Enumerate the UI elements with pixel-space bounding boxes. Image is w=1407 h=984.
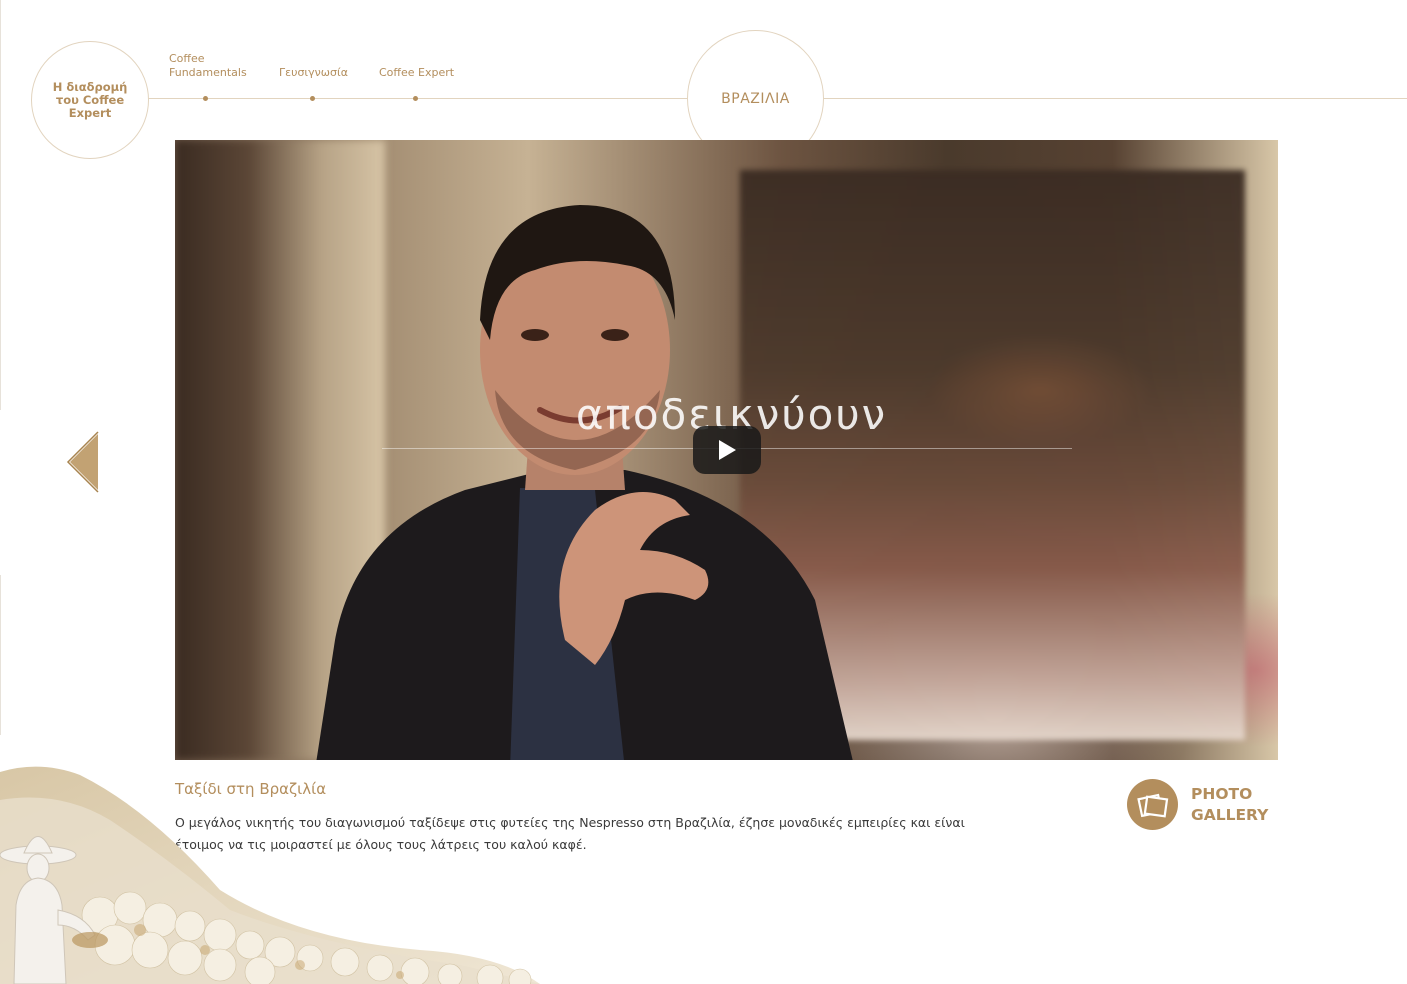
play-button[interactable] <box>693 426 761 474</box>
prev-arrow-icon[interactable] <box>66 430 102 494</box>
photos-icon <box>1127 779 1178 830</box>
nav-item-tasting[interactable]: Γευσιγνωσία <box>279 66 348 101</box>
timeline-dot <box>413 96 418 101</box>
gallery-label-line1: PHOTO <box>1191 785 1253 803</box>
home-journey-label: Η διαδρομή του Coffee Expert <box>52 79 128 120</box>
nav-item-label: Γευσιγνωσία <box>279 66 348 79</box>
decorative-landscape <box>0 766 540 984</box>
nav-item-label: Coffee Expert <box>379 66 455 79</box>
play-icon <box>719 440 736 460</box>
gallery-label-line2: GALLERY <box>1191 806 1269 824</box>
active-section-label: ΒΡΑΖΙΛΙΑ <box>721 90 790 107</box>
timeline-dot <box>310 96 315 101</box>
edge-line-top <box>0 0 1 410</box>
photo-gallery-button[interactable]: PHOTO GALLERY <box>1127 779 1287 831</box>
edge-line-bottom <box>0 575 1 735</box>
nav-item-label: Coffee Fundamentals <box>169 52 247 79</box>
home-journey-button[interactable]: Η διαδρομή του Coffee Expert <box>31 41 149 159</box>
timeline-dot <box>203 96 208 101</box>
nav-item-coffee-fundamentals[interactable]: Coffee Fundamentals <box>169 52 247 101</box>
video-player[interactable]: αποδεικνύουν <box>175 140 1278 760</box>
nav-item-coffee-expert[interactable]: Coffee Expert <box>379 66 455 101</box>
video-person <box>316 205 853 760</box>
page: Η διαδρομή του Coffee Expert Coffee Fund… <box>0 0 1407 984</box>
